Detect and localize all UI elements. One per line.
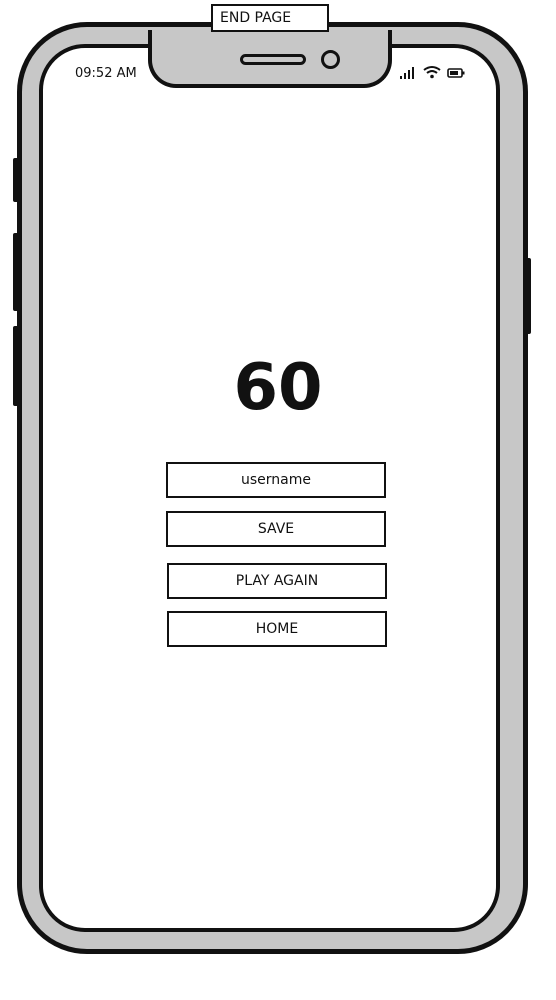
save-button[interactable]: SAVE [166,511,386,547]
home-button[interactable]: HOME [167,611,387,647]
status-time: 09:52 AM [75,66,137,81]
speaker-grille [240,54,306,65]
front-camera-icon [321,50,340,69]
notch [148,30,392,88]
score-value: 60 [233,351,323,425]
play-again-button[interactable]: PLAY AGAIN [167,563,387,599]
username-input[interactable] [166,462,386,498]
battery-icon [447,68,465,78]
page-label: END PAGE [211,4,329,32]
signal-icon [400,67,414,79]
status-icons [400,64,468,80]
wifi-icon [423,66,441,79]
